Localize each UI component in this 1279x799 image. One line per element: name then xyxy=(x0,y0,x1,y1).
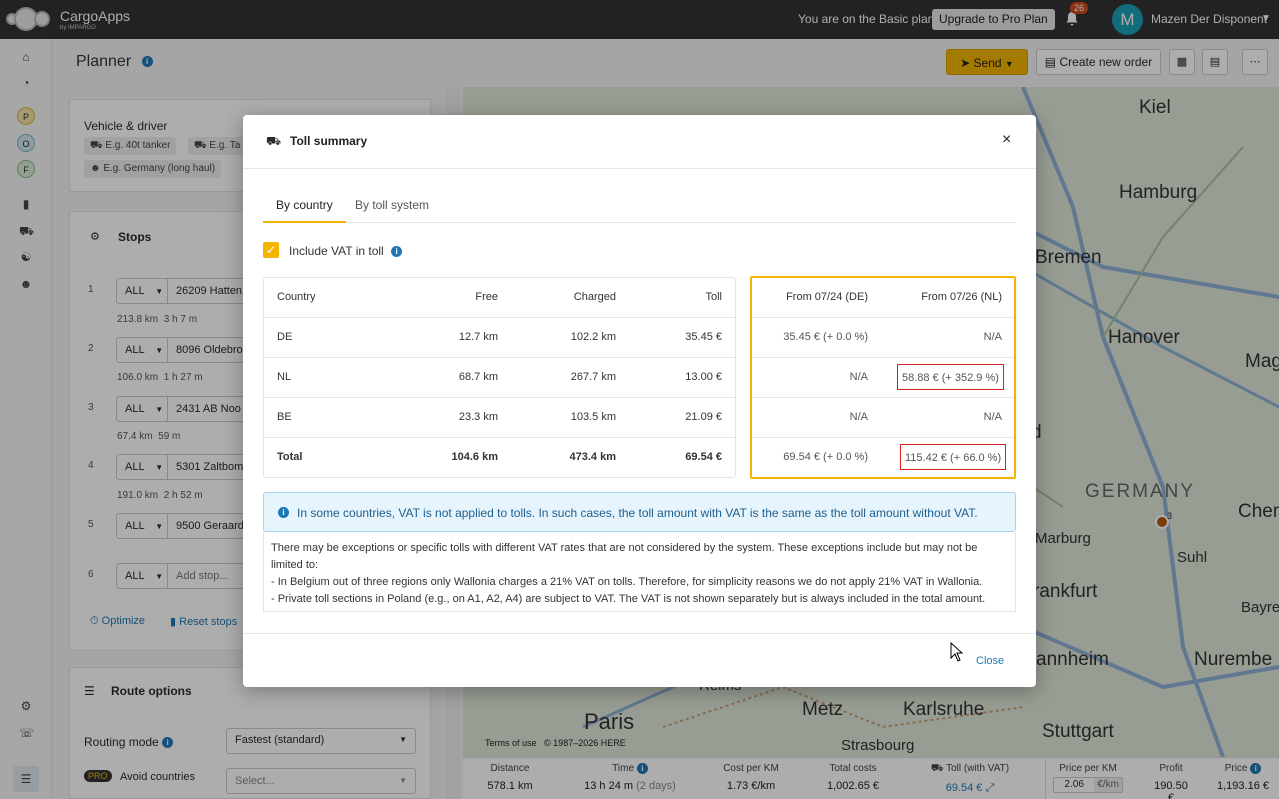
table-row: N/A 58.88 € (+ 352.9 %) xyxy=(752,358,1014,398)
vat-info-banner: i In some countries, VAT is not applied … xyxy=(263,492,1016,532)
table-header: From 07/24 (DE) From 07/26 (NL) xyxy=(752,278,1014,318)
highlighted-cell: 58.88 € (+ 352.9 %) xyxy=(897,364,1004,390)
note-line: - In Belgium out of three regions only W… xyxy=(271,576,983,588)
header-cell: Country xyxy=(277,291,316,303)
toll-summary-modal: ⛟ Toll summary × By country By toll syst… xyxy=(243,115,1036,687)
toll-forecast-table: From 07/24 (DE) From 07/26 (NL) 35.45 € … xyxy=(750,276,1016,479)
info-banner-text: In some countries, VAT is not applied to… xyxy=(297,506,978,520)
info-icon: i xyxy=(278,507,289,518)
toll-icon: ⛟ xyxy=(266,134,282,148)
table-row: 35.45 € (+ 0.0 %) N/A xyxy=(752,318,1014,358)
vat-label: Include VAT in toll i xyxy=(289,244,403,258)
mouse-cursor-icon xyxy=(950,642,964,662)
table-header: Country Free Charged Toll xyxy=(264,278,735,318)
header-cell: Toll xyxy=(705,291,722,303)
vat-notes: There may be exceptions or specific toll… xyxy=(263,532,1016,612)
info-icon[interactable]: i xyxy=(391,246,403,258)
modal-footer: Close xyxy=(243,633,1036,687)
close-button[interactable]: Close xyxy=(976,655,1004,667)
header-cell: Free xyxy=(475,291,498,303)
note-line: There may be exceptions or specific toll… xyxy=(271,542,978,571)
note-line: - Private toll sections in Poland (e.g.,… xyxy=(271,593,986,605)
table-row: BE 23.3 km 103.5 km 21.09 € xyxy=(264,398,735,438)
table-row: N/A N/A xyxy=(752,398,1014,438)
table-row: DE 12.7 km 102.2 km 35.45 € xyxy=(264,318,735,358)
toll-table: Country Free Charged Toll DE 12.7 km 102… xyxy=(263,277,736,478)
table-row: NL 68.7 km 267.7 km 13.00 € xyxy=(264,358,735,398)
header-cell: From 07/26 (NL) xyxy=(921,291,1002,303)
modal-title: Toll summary xyxy=(290,134,368,148)
header-cell: Charged xyxy=(573,291,616,303)
tab-by-toll-system[interactable]: By toll system xyxy=(355,198,429,221)
vat-checkbox[interactable]: ✓ xyxy=(263,242,279,258)
table-row-total: 69.54 € (+ 0.0 %) 115.42 € (+ 66.0 %) xyxy=(752,438,1014,478)
tab-by-country[interactable]: By country xyxy=(263,198,346,223)
header-cell: From 07/24 (DE) xyxy=(786,291,868,303)
highlighted-cell: 115.42 € (+ 66.0 %) xyxy=(900,444,1007,470)
table-row-total: Total 104.6 km 473.4 km 69.54 € xyxy=(277,451,722,463)
modal-header: ⛟ Toll summary × xyxy=(243,115,1036,169)
close-icon[interactable]: × xyxy=(1002,131,1011,149)
tabs: By country By toll system xyxy=(263,193,1016,223)
